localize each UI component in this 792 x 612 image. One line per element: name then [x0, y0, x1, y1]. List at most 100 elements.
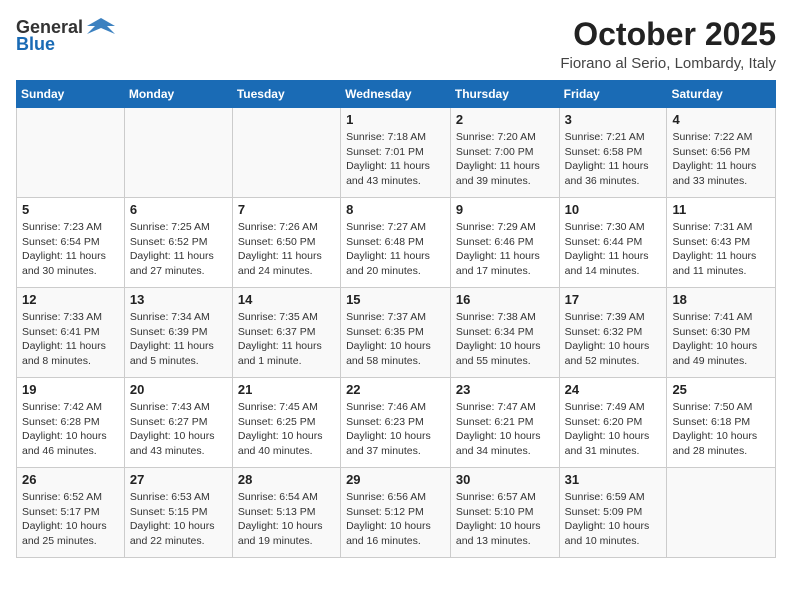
calendar-cell: 18 Sunrise: 7:41 AM Sunset: 6:30 PM Dayli…	[667, 288, 776, 378]
day-info: Sunrise: 7:20 AM Sunset: 7:00 PM Dayligh…	[456, 130, 554, 189]
day-info: Sunrise: 7:34 AM Sunset: 6:39 PM Dayligh…	[130, 310, 227, 369]
header-monday: Monday	[124, 81, 232, 108]
day-info: Sunrise: 7:22 AM Sunset: 6:56 PM Dayligh…	[672, 130, 770, 189]
day-number: 6	[130, 202, 227, 217]
calendar-cell: 20 Sunrise: 7:43 AM Sunset: 6:27 PM Dayli…	[124, 378, 232, 468]
calendar-cell: 8 Sunrise: 7:27 AM Sunset: 6:48 PM Daylig…	[341, 198, 451, 288]
calendar-table: SundayMondayTuesdayWednesdayThursdayFrid…	[16, 80, 776, 558]
calendar-cell: 3 Sunrise: 7:21 AM Sunset: 6:58 PM Daylig…	[559, 108, 667, 198]
calendar-cell: 26Sunrise: 6:52 AM Sunset: 5:17 PM Dayli…	[17, 468, 125, 558]
day-info: Sunrise: 7:49 AM Sunset: 6:20 PM Dayligh…	[565, 400, 662, 459]
day-number: 31	[565, 472, 662, 487]
day-number: 1	[346, 112, 445, 127]
day-number: 27	[130, 472, 227, 487]
day-info: Sunrise: 7:21 AM Sunset: 6:58 PM Dayligh…	[565, 130, 662, 189]
calendar-cell: 15Sunrise: 7:37 AM Sunset: 6:35 PM Dayli…	[341, 288, 451, 378]
calendar-cell: 27 Sunrise: 6:53 AM Sunset: 5:15 PM Dayli…	[124, 468, 232, 558]
day-info: Sunrise: 6:53 AM Sunset: 5:15 PM Dayligh…	[130, 490, 227, 549]
day-info: Sunrise: 7:45 AM Sunset: 6:25 PM Dayligh…	[238, 400, 335, 459]
calendar-cell: 13 Sunrise: 7:34 AM Sunset: 6:39 PM Dayli…	[124, 288, 232, 378]
calendar-cell: 4 Sunrise: 7:22 AM Sunset: 6:56 PM Daylig…	[667, 108, 776, 198]
day-number: 20	[130, 382, 227, 397]
day-number: 11	[672, 202, 770, 217]
day-number: 29	[346, 472, 445, 487]
calendar-cell: 1 Sunrise: 7:18 AM Sunset: 7:01 PM Daylig…	[341, 108, 451, 198]
day-info: Sunrise: 7:41 AM Sunset: 6:30 PM Dayligh…	[672, 310, 770, 369]
calendar-cell: 9 Sunrise: 7:29 AM Sunset: 6:46 PM Daylig…	[450, 198, 559, 288]
calendar-cell: 14 Sunrise: 7:35 AM Sunset: 6:37 PM Dayli…	[232, 288, 340, 378]
calendar-cell: 29Sunrise: 6:56 AM Sunset: 5:12 PM Dayli…	[341, 468, 451, 558]
day-info: Sunrise: 7:35 AM Sunset: 6:37 PM Dayligh…	[238, 310, 335, 369]
day-info: Sunrise: 7:30 AM Sunset: 6:44 PM Dayligh…	[565, 220, 662, 279]
calendar-cell	[17, 108, 125, 198]
week-row-1: 1 Sunrise: 7:18 AM Sunset: 7:01 PM Daylig…	[17, 108, 776, 198]
day-info: Sunrise: 7:37 AM Sunset: 6:35 PM Dayligh…	[346, 310, 445, 369]
day-number: 25	[672, 382, 770, 397]
day-number: 16	[456, 292, 554, 307]
day-number: 3	[565, 112, 662, 127]
calendar-header-row: SundayMondayTuesdayWednesdayThursdayFrid…	[17, 81, 776, 108]
day-info: Sunrise: 7:23 AM Sunset: 6:54 PM Dayligh…	[22, 220, 119, 279]
day-number: 5	[22, 202, 119, 217]
day-info: Sunrise: 7:42 AM Sunset: 6:28 PM Dayligh…	[22, 400, 119, 459]
calendar-cell: 11 Sunrise: 7:31 AM Sunset: 6:43 PM Dayli…	[667, 198, 776, 288]
day-info: Sunrise: 7:39 AM Sunset: 6:32 PM Dayligh…	[565, 310, 662, 369]
day-number: 18	[672, 292, 770, 307]
header-thursday: Thursday	[450, 81, 559, 108]
title-area: October 2025 Fiorano al Serio, Lombardy,…	[560, 16, 776, 72]
day-info: Sunrise: 7:33 AM Sunset: 6:41 PM Dayligh…	[22, 310, 119, 369]
calendar-cell: 21 Sunrise: 7:45 AM Sunset: 6:25 PM Dayli…	[232, 378, 340, 468]
day-number: 8	[346, 202, 445, 217]
header-tuesday: Tuesday	[232, 81, 340, 108]
day-number: 19	[22, 382, 119, 397]
day-number: 13	[130, 292, 227, 307]
day-number: 28	[238, 472, 335, 487]
calendar-cell	[232, 108, 340, 198]
calendar-cell: 25 Sunrise: 7:50 AM Sunset: 6:18 PM Dayli…	[667, 378, 776, 468]
day-number: 14	[238, 292, 335, 307]
day-number: 21	[238, 382, 335, 397]
day-info: Sunrise: 6:59 AM Sunset: 5:09 PM Dayligh…	[565, 490, 662, 549]
day-number: 30	[456, 472, 554, 487]
logo-blue: Blue	[16, 34, 55, 55]
calendar-cell: 10 Sunrise: 7:30 AM Sunset: 6:44 PM Dayli…	[559, 198, 667, 288]
day-number: 24	[565, 382, 662, 397]
header-friday: Friday	[559, 81, 667, 108]
day-info: Sunrise: 7:50 AM Sunset: 6:18 PM Dayligh…	[672, 400, 770, 459]
day-info: Sunrise: 7:43 AM Sunset: 6:27 PM Dayligh…	[130, 400, 227, 459]
calendar-cell: 5 Sunrise: 7:23 AM Sunset: 6:54 PM Daylig…	[17, 198, 125, 288]
day-info: Sunrise: 6:52 AM Sunset: 5:17 PM Dayligh…	[22, 490, 119, 549]
day-info: Sunrise: 6:54 AM Sunset: 5:13 PM Dayligh…	[238, 490, 335, 549]
calendar-cell: 17 Sunrise: 7:39 AM Sunset: 6:32 PM Dayli…	[559, 288, 667, 378]
header-saturday: Saturday	[667, 81, 776, 108]
day-info: Sunrise: 7:26 AM Sunset: 6:50 PM Dayligh…	[238, 220, 335, 279]
day-number: 23	[456, 382, 554, 397]
calendar-cell: 16 Sunrise: 7:38 AM Sunset: 6:34 PM Dayli…	[450, 288, 559, 378]
month-title: October 2025	[560, 16, 776, 53]
day-number: 4	[672, 112, 770, 127]
day-number: 10	[565, 202, 662, 217]
day-info: Sunrise: 7:31 AM Sunset: 6:43 PM Dayligh…	[672, 220, 770, 279]
header-wednesday: Wednesday	[341, 81, 451, 108]
day-number: 7	[238, 202, 335, 217]
day-info: Sunrise: 6:57 AM Sunset: 5:10 PM Dayligh…	[456, 490, 554, 549]
calendar-cell: 6Sunrise: 7:25 AM Sunset: 6:52 PM Daylig…	[124, 198, 232, 288]
calendar-cell: 22Sunrise: 7:46 AM Sunset: 6:23 PM Dayli…	[341, 378, 451, 468]
day-number: 12	[22, 292, 119, 307]
header-sunday: Sunday	[17, 81, 125, 108]
day-info: Sunrise: 7:29 AM Sunset: 6:46 PM Dayligh…	[456, 220, 554, 279]
day-number: 17	[565, 292, 662, 307]
day-info: Sunrise: 7:38 AM Sunset: 6:34 PM Dayligh…	[456, 310, 554, 369]
calendar-cell: 2 Sunrise: 7:20 AM Sunset: 7:00 PM Daylig…	[450, 108, 559, 198]
calendar-cell: 7 Sunrise: 7:26 AM Sunset: 6:50 PM Daylig…	[232, 198, 340, 288]
day-number: 2	[456, 112, 554, 127]
day-info: Sunrise: 7:27 AM Sunset: 6:48 PM Dayligh…	[346, 220, 445, 279]
calendar-cell	[124, 108, 232, 198]
calendar-cell: 28 Sunrise: 6:54 AM Sunset: 5:13 PM Dayli…	[232, 468, 340, 558]
logo: General Blue	[16, 16, 115, 55]
day-number: 9	[456, 202, 554, 217]
week-row-3: 12 Sunrise: 7:33 AM Sunset: 6:41 PM Dayli…	[17, 288, 776, 378]
day-number: 22	[346, 382, 445, 397]
day-info: Sunrise: 7:18 AM Sunset: 7:01 PM Dayligh…	[346, 130, 445, 189]
calendar-cell: 24 Sunrise: 7:49 AM Sunset: 6:20 PM Dayli…	[559, 378, 667, 468]
